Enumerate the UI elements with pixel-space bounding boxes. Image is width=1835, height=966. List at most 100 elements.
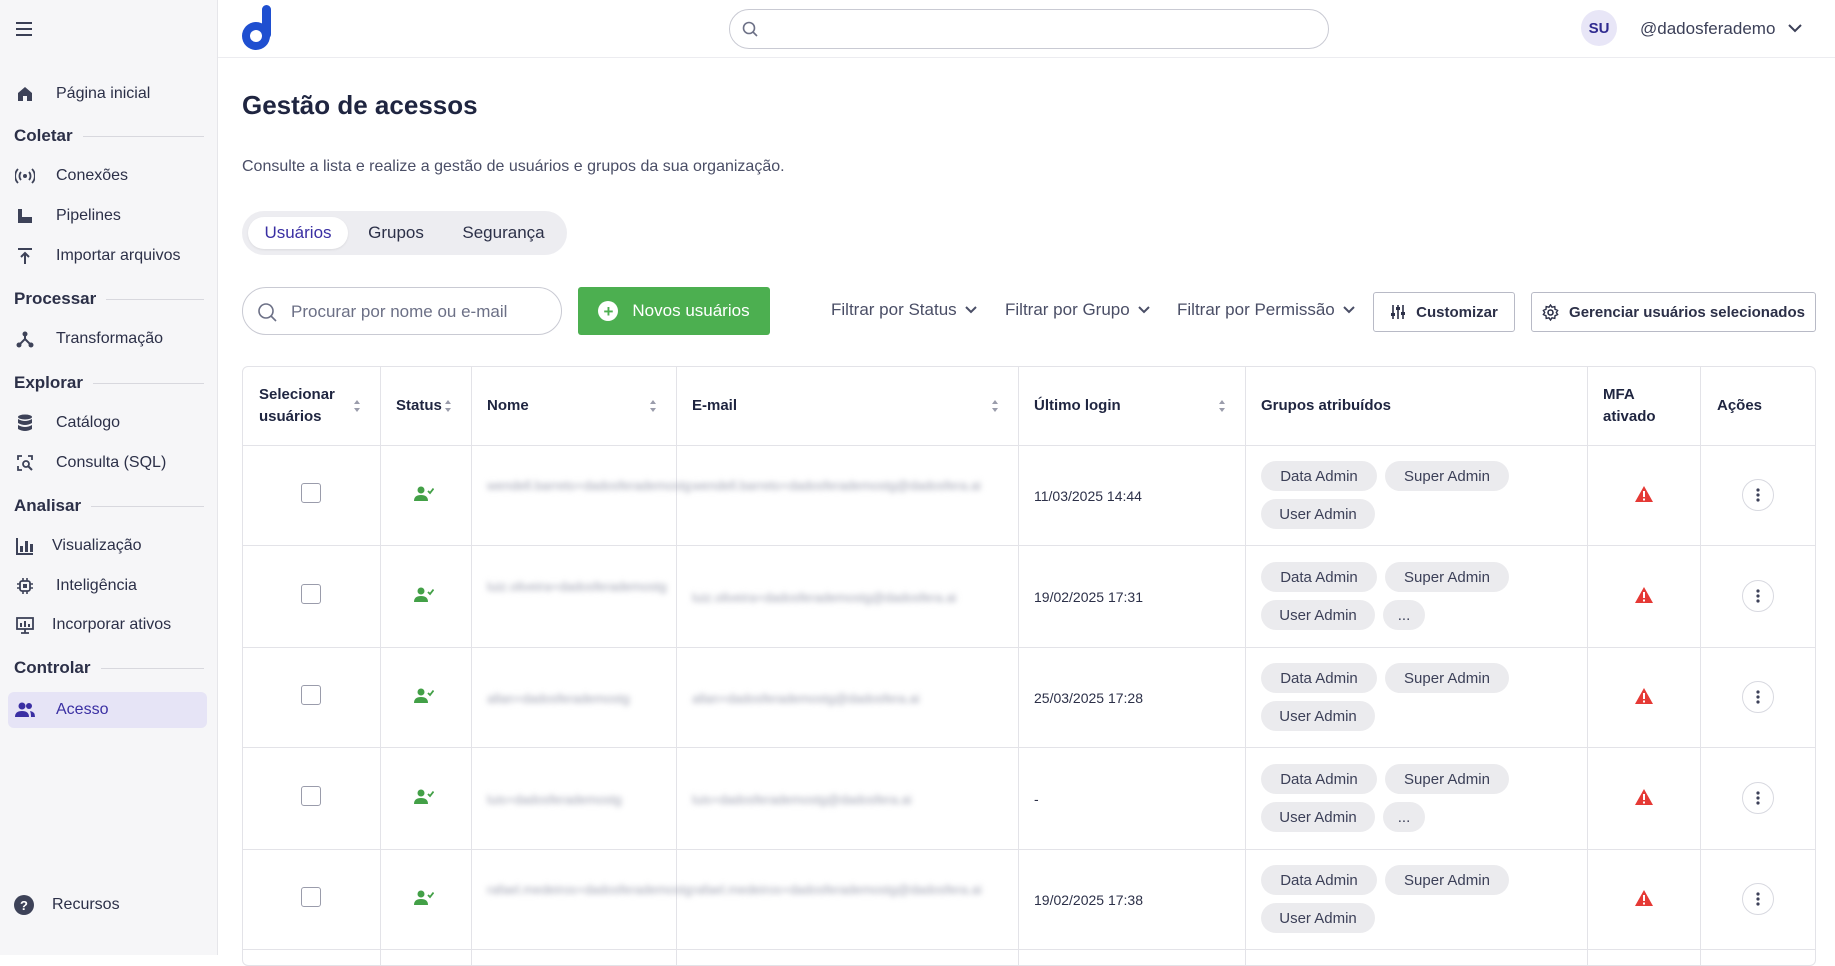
group-chip: Super Admin <box>1385 764 1509 794</box>
column-header-mfa: MFA ativado <box>1603 386 1656 425</box>
row-actions-button[interactable] <box>1742 580 1774 612</box>
user-email: wendell.barreto+dadosferademostg@dadosfe… <box>692 478 981 493</box>
sidebar-item-incorporar[interactable]: Incorporar ativos <box>8 607 207 643</box>
last-login: 11/03/2025 14:44 <box>1034 488 1142 504</box>
user-name: luis+dadosferademostg <box>487 792 622 807</box>
more-groups-chip[interactable]: ... <box>1383 802 1425 832</box>
sidebar-item-label: Catálogo <box>56 414 121 431</box>
sidebar-item-label: Transformação <box>56 330 163 347</box>
column-header-email[interactable]: E-mail <box>692 367 737 445</box>
sidebar-item-pipelines[interactable]: Pipelines <box>8 198 207 234</box>
database-icon <box>14 412 36 434</box>
plus-icon: + <box>598 301 619 321</box>
logo[interactable] <box>240 5 276 51</box>
tab-bar: Usuários Grupos Segurança <box>242 211 567 255</box>
user-name: luiz.oliveira+dadosferademostg <box>487 579 667 594</box>
sidebar-item-transformacao[interactable]: Transformação <box>8 321 207 357</box>
sidebar-section-processar: Processar <box>14 289 204 309</box>
filter-permission-dropdown[interactable]: Filtrar por Permissão <box>1177 300 1355 320</box>
search-icon <box>258 303 277 322</box>
pipeline-icon <box>14 205 36 227</box>
row-select-checkbox[interactable] <box>301 786 321 806</box>
sidebar-item-inteligencia[interactable]: Inteligência <box>8 568 207 604</box>
more-vertical-icon <box>1756 791 1760 805</box>
group-chip: User Admin <box>1261 903 1375 933</box>
warning-icon <box>1635 789 1653 805</box>
sidebar-item-label: Visualização <box>52 537 142 554</box>
group-chip: Super Admin <box>1385 562 1509 592</box>
user-check-icon <box>414 688 434 703</box>
column-header-status[interactable]: Status <box>396 367 442 445</box>
group-chip: Super Admin <box>1385 865 1509 895</box>
row-actions-button[interactable] <box>1742 883 1774 915</box>
sidebar-section-controlar: Controlar <box>14 658 204 678</box>
last-login: 19/02/2025 17:31 <box>1034 589 1143 605</box>
row-select-checkbox[interactable] <box>301 685 321 705</box>
row-select-checkbox[interactable] <box>301 887 321 907</box>
last-login: - <box>1034 791 1039 807</box>
sidebar-item-home[interactable]: Página inicial <box>8 76 207 112</box>
user-email: luiz.oliveira+dadosferademostg@dadosfera… <box>692 590 957 605</box>
sidebar-section-explorar: Explorar <box>14 373 204 393</box>
sidebar-item-recursos[interactable]: ? Recursos <box>14 895 120 915</box>
warning-icon <box>1635 486 1653 502</box>
sidebar-item-label: Acesso <box>56 701 109 718</box>
chevron-down-icon[interactable] <box>1788 24 1802 33</box>
last-login: 19/02/2025 17:38 <box>1034 892 1143 908</box>
row-select-checkbox[interactable] <box>301 483 321 503</box>
broadcast-icon <box>14 165 36 187</box>
group-chip: User Admin <box>1261 802 1375 832</box>
user-email: rafael.medeiros+dadosferademostg@dadosfe… <box>692 882 982 897</box>
avatar[interactable]: SU <box>1581 10 1617 46</box>
row-actions-button[interactable] <box>1742 782 1774 814</box>
sidebar-section-analisar: Analisar <box>14 496 204 516</box>
sidebar-item-consulta[interactable]: Consulta (SQL) <box>8 445 207 481</box>
sidebar-item-label: Consulta (SQL) <box>56 454 167 471</box>
warning-icon <box>1635 688 1653 704</box>
tab-usuarios[interactable]: Usuários <box>248 217 348 249</box>
sort-icon[interactable] <box>444 399 452 413</box>
column-header-last-login[interactable]: Último login <box>1034 367 1121 445</box>
customize-button[interactable]: Customizar <box>1373 292 1515 332</box>
sort-icon[interactable] <box>1218 399 1226 413</box>
sidebar-item-label: Pipelines <box>56 207 121 224</box>
tab-seguranca[interactable]: Segurança <box>446 217 561 249</box>
row-select-checkbox[interactable] <box>301 584 321 604</box>
menu-icon[interactable] <box>16 22 36 38</box>
home-icon <box>14 83 36 105</box>
user-check-icon <box>414 890 434 905</box>
sort-icon[interactable] <box>649 399 657 413</box>
row-actions-button[interactable] <box>1742 681 1774 713</box>
tab-grupos[interactable]: Grupos <box>352 217 440 249</box>
sidebar-item-label: Página inicial <box>56 85 151 102</box>
group-chip: Data Admin <box>1261 663 1377 693</box>
help-icon: ? <box>14 895 34 915</box>
more-vertical-icon <box>1756 589 1760 603</box>
row-actions-button[interactable] <box>1742 479 1774 511</box>
filter-status-dropdown[interactable]: Filtrar por Status <box>831 300 977 320</box>
user-search-input[interactable] <box>291 300 551 324</box>
sidebar-item-catalogo[interactable]: Catálogo <box>8 405 207 441</box>
users-table: Selecionar usuários Status Nome E-mail Úl… <box>242 366 1816 966</box>
global-search-input[interactable] <box>729 9 1329 49</box>
username[interactable]: @dadosferademo <box>1640 19 1775 39</box>
sort-icon[interactable] <box>353 399 361 413</box>
sidebar-item-conexoes[interactable]: Conexões <box>8 158 207 194</box>
manage-selected-users-button[interactable]: Gerenciar usuários selecionados <box>1531 292 1816 332</box>
sort-icon[interactable] <box>991 399 999 413</box>
more-vertical-icon <box>1756 488 1760 502</box>
embed-icon <box>14 614 36 636</box>
group-chip: User Admin <box>1261 499 1375 529</box>
more-groups-chip[interactable]: ... <box>1383 600 1425 630</box>
user-check-icon <box>414 587 434 602</box>
sidebar-item-acesso[interactable]: Acesso <box>8 692 207 728</box>
group-chip: User Admin <box>1261 701 1375 731</box>
chevron-down-icon <box>1137 306 1150 314</box>
group-chip: Data Admin <box>1261 461 1377 491</box>
filter-group-dropdown[interactable]: Filtrar por Grupo <box>1005 300 1150 320</box>
more-vertical-icon <box>1756 892 1760 906</box>
sidebar-item-importar[interactable]: Importar arquivos <box>8 238 207 274</box>
column-header-name[interactable]: Nome <box>487 367 529 445</box>
sidebar-item-visualizacao[interactable]: Visualização <box>8 528 207 564</box>
new-users-button[interactable]: + Novos usuários <box>578 287 770 335</box>
